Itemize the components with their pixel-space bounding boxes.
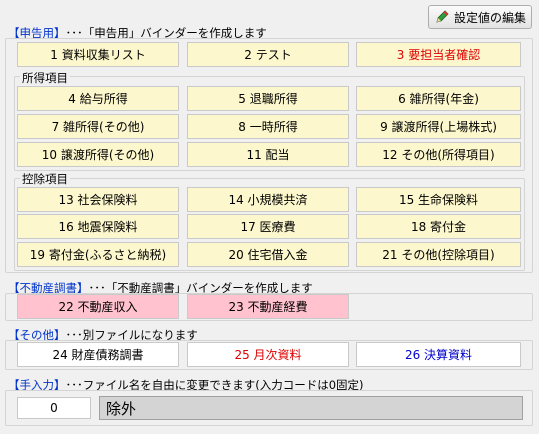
deduction-button-15[interactable]: 15 生命保険料 bbox=[356, 187, 521, 212]
tax-button-1[interactable]: 1 資料収集リスト bbox=[17, 42, 179, 67]
pencil-icon bbox=[434, 9, 450, 25]
deduction-button-14[interactable]: 14 小規模共済 bbox=[187, 187, 349, 212]
income-button-6[interactable]: 6 雑所得(年金) bbox=[356, 86, 521, 111]
income-button-9[interactable]: 9 譲渡所得(上場株式) bbox=[356, 114, 521, 139]
edit-settings-button[interactable]: 設定値の編集 bbox=[428, 5, 532, 29]
other-button-25[interactable]: 25 月次資料 bbox=[187, 342, 349, 367]
manual-name-input[interactable]: 除外 bbox=[99, 396, 523, 420]
tax-button-2[interactable]: 2 テスト bbox=[187, 42, 349, 67]
income-button-12[interactable]: 12 その他(所得項目) bbox=[356, 142, 521, 167]
income-button-10[interactable]: 10 譲渡所得(その他) bbox=[17, 142, 179, 167]
edit-settings-label: 設定値の編集 bbox=[453, 10, 526, 25]
realestate-button-23[interactable]: 23 不動産経費 bbox=[187, 294, 349, 319]
income-button-11[interactable]: 11 配当 bbox=[187, 142, 349, 167]
income-button-4[interactable]: 4 給与所得 bbox=[17, 86, 179, 111]
deduction-button-19[interactable]: 19 寄付金(ふるさと納税) bbox=[17, 242, 179, 267]
deduction-button-18[interactable]: 18 寄付金 bbox=[356, 214, 521, 239]
deduction-button-16[interactable]: 16 地震保険料 bbox=[17, 214, 179, 239]
other-button-24[interactable]: 24 財産債務調書 bbox=[17, 342, 179, 367]
deduction-button-20[interactable]: 20 住宅借入金 bbox=[187, 242, 349, 267]
deduction-button-13[interactable]: 13 社会保険料 bbox=[17, 187, 179, 212]
realestate-button-22[interactable]: 22 不動産収入 bbox=[17, 294, 179, 319]
income-button-7[interactable]: 7 雑所得(その他) bbox=[17, 114, 179, 139]
deduction-group-label: 控除項目 bbox=[20, 171, 70, 187]
deduction-button-21[interactable]: 21 その他(控除項目) bbox=[356, 242, 521, 267]
income-button-8[interactable]: 8 一時所得 bbox=[187, 114, 349, 139]
income-group-label: 所得項目 bbox=[20, 70, 70, 86]
income-button-5[interactable]: 5 退職所得 bbox=[187, 86, 349, 111]
other-button-26[interactable]: 26 決算資料 bbox=[356, 342, 521, 367]
deduction-button-17[interactable]: 17 医療費 bbox=[187, 214, 349, 239]
tax-button-3[interactable]: 3 要担当者確認 bbox=[356, 42, 521, 67]
manual-code-input[interactable]: 0 bbox=[17, 397, 91, 419]
